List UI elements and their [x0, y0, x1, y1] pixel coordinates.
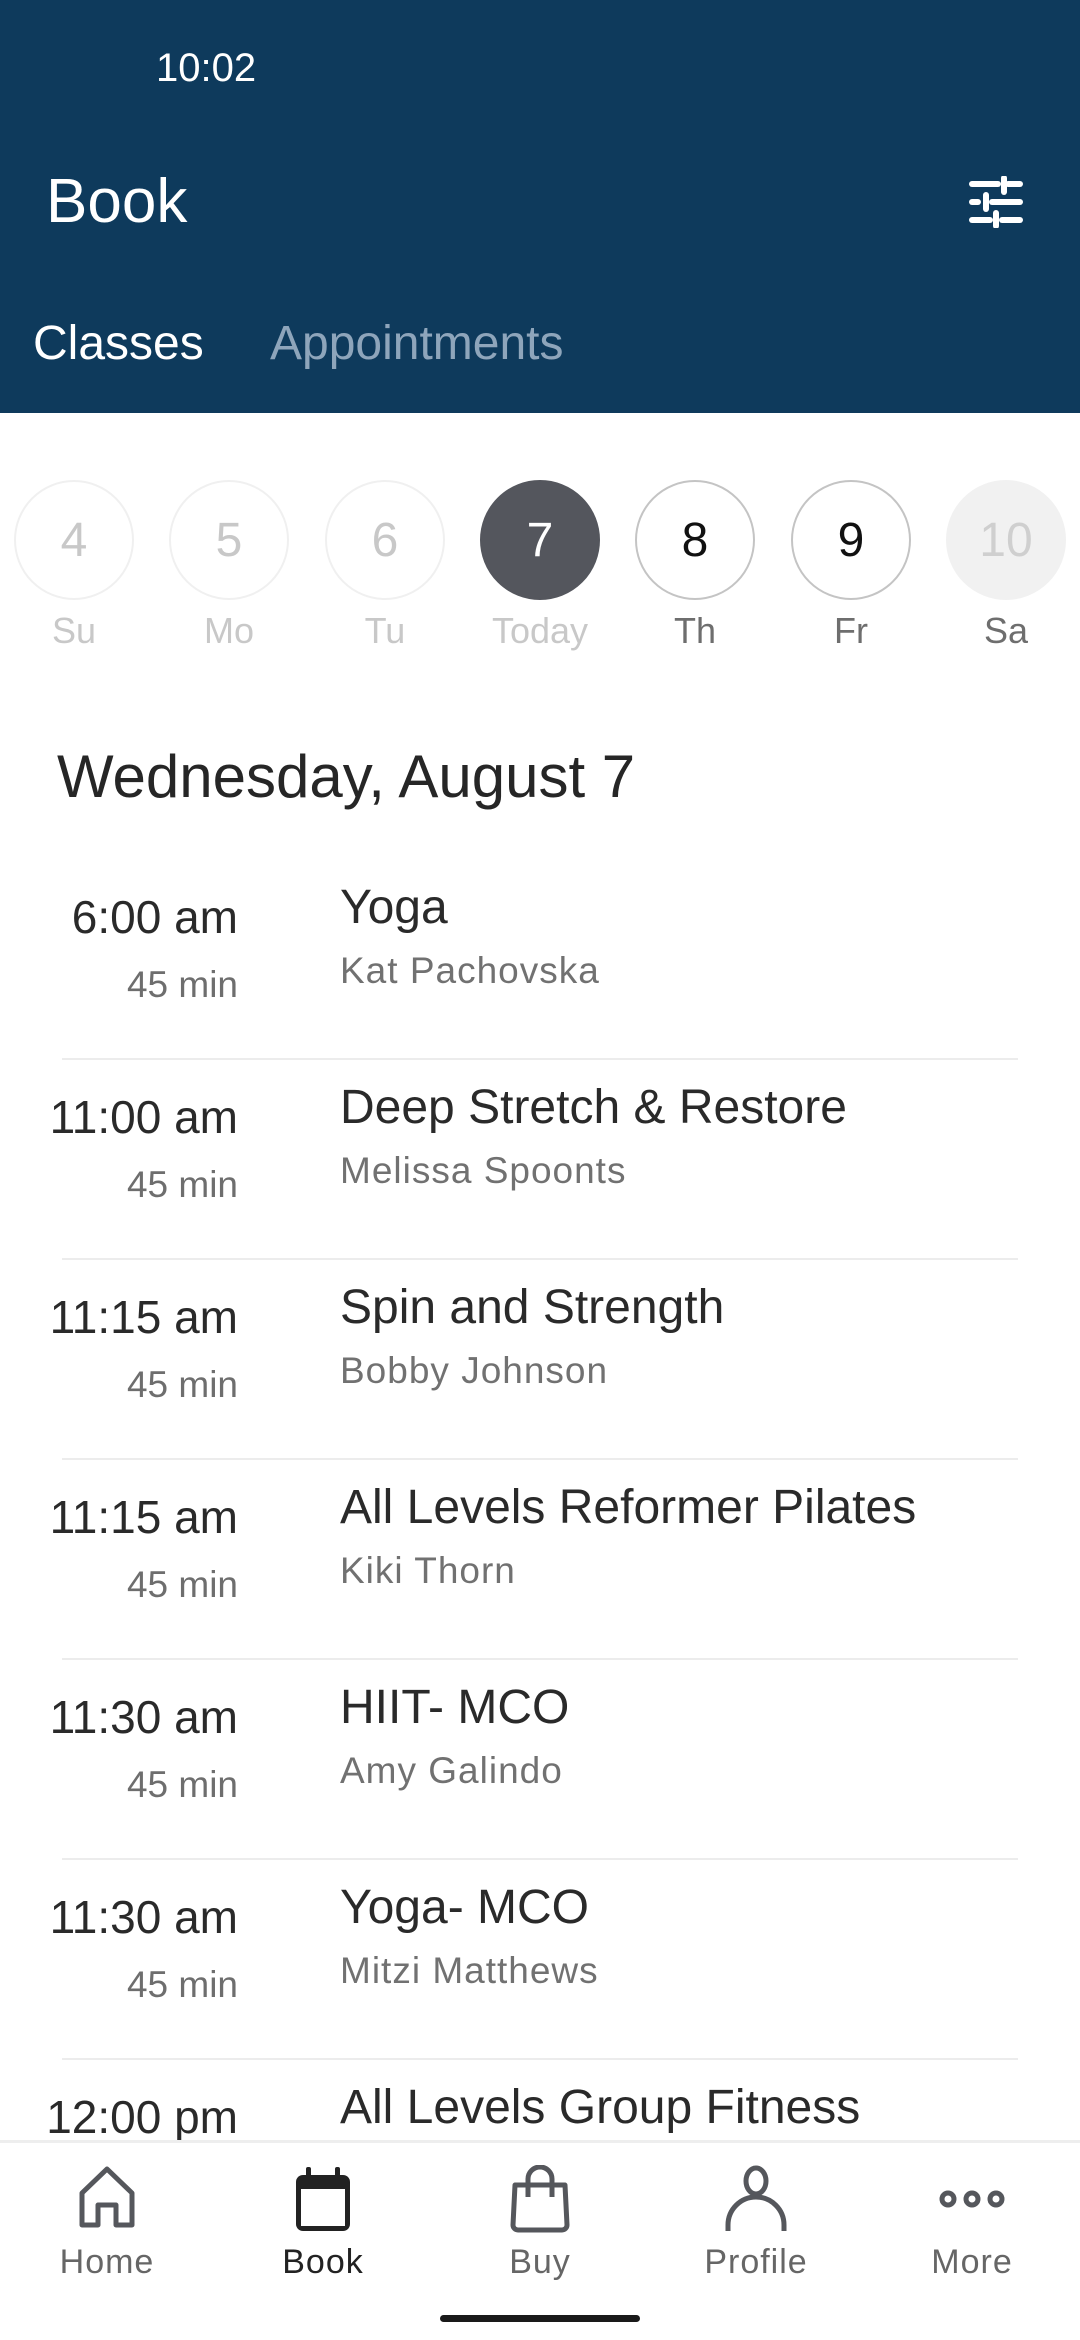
day-number: 8	[635, 480, 755, 600]
day-4[interactable]: 4 Su	[14, 480, 134, 652]
class-time: 11:30 am	[49, 1891, 238, 1943]
day-number: 5	[169, 480, 289, 600]
day-label: Today	[491, 610, 589, 651]
nav-label: Buy	[509, 2243, 571, 2281]
class-row[interactable]: 11:30 am 45 min Yoga- MCO Mitzi Matthews	[50, 1860, 1018, 2060]
class-list: 6:00 am 45 min Yoga Kat Pachovska 11:00 am 45…	[0, 860, 1080, 2260]
class-duration: 45 min	[126, 1764, 238, 1805]
person-icon	[725, 2165, 787, 2231]
day-label: Fr	[834, 610, 868, 651]
tab-appointments[interactable]: Appointments	[270, 316, 564, 371]
day-7-today[interactable]: 7 Today	[480, 480, 600, 652]
class-instructor: Kiki Thorn	[340, 1550, 516, 1591]
class-time: 11:15 am	[49, 1291, 238, 1343]
class-name: Deep Stretch & Restore	[340, 1081, 847, 1134]
date-picker: 4 Su 5 Mo 6 Tu 7 Today 8 Th 9 Fr 10 Sa	[0, 480, 1080, 660]
day-number: 10	[946, 480, 1066, 600]
class-time: 6:00 am	[71, 891, 238, 943]
bottom-nav: Home Book Buy Profile More	[0, 2140, 1080, 2340]
class-row[interactable]: 11:15 am 45 min All Levels Reformer Pilate…	[50, 1460, 1018, 1660]
shopping-bag-icon	[510, 2165, 570, 2233]
day-number: 7	[480, 480, 600, 600]
class-time: 11:00 am	[49, 1091, 238, 1143]
day-9[interactable]: 9 Fr	[791, 480, 911, 652]
app-header: 10:02 Book Classes Appointments	[0, 0, 1080, 413]
nav-label: More	[931, 2243, 1013, 2281]
day-number: 4	[14, 480, 134, 600]
class-instructor: Kat Pachovska	[340, 950, 600, 991]
sliders-icon[interactable]	[968, 176, 1024, 228]
class-row[interactable]: 11:15 am 45 min Spin and Strength Bobby Joh…	[50, 1260, 1018, 1460]
home-icon	[79, 2166, 135, 2228]
calendar-icon	[296, 2167, 350, 2231]
nav-label: Home	[59, 2243, 155, 2281]
day-number: 9	[791, 480, 911, 600]
class-row[interactable]: 11:30 am 45 min HIIT- MCO Amy Galindo	[50, 1660, 1018, 1860]
day-label: Sa	[983, 610, 1029, 651]
day-label: Su	[51, 610, 97, 651]
day-8[interactable]: 8 Th	[635, 480, 755, 652]
more-dots-icon	[939, 2190, 1005, 2208]
class-duration: 45 min	[126, 1364, 238, 1405]
date-heading: Wednesday, August 7	[57, 743, 636, 810]
day-5[interactable]: 5 Mo	[169, 480, 289, 652]
class-duration: 45 min	[126, 1564, 238, 1605]
nav-home[interactable]: Home	[17, 2165, 197, 2282]
class-duration: 45 min	[126, 1964, 238, 2005]
day-label: Th	[673, 610, 716, 651]
class-name: All Levels Reformer Pilates	[340, 1481, 917, 1534]
nav-label: Book	[282, 2243, 364, 2281]
day-number: 6	[325, 480, 445, 600]
home-indicator[interactable]	[440, 2315, 640, 2322]
class-row[interactable]: 11:00 am 45 min Deep Stretch & Restore Meli…	[50, 1060, 1018, 1260]
page-title: Book	[46, 167, 188, 236]
nav-more[interactable]: More	[882, 2165, 1062, 2282]
status-time: 10:02	[156, 46, 257, 90]
class-name: HIIT- MCO	[340, 1681, 570, 1734]
class-name: Yoga	[340, 881, 448, 934]
class-duration: 45 min	[126, 1164, 238, 1205]
day-label: Mo	[203, 610, 254, 651]
tab-classes[interactable]: Classes	[33, 316, 204, 371]
nav-book[interactable]: Book	[233, 2165, 413, 2282]
class-instructor: Melissa Spoonts	[340, 1150, 627, 1191]
class-instructor: Bobby Johnson	[340, 1350, 609, 1391]
nav-label: Profile	[704, 2243, 808, 2281]
day-label: Tu	[364, 610, 406, 651]
class-duration: 45 min	[126, 964, 238, 1005]
class-name: Spin and Strength	[340, 1281, 725, 1334]
class-time: 11:15 am	[49, 1491, 238, 1543]
day-10[interactable]: 10 Sa	[946, 480, 1066, 652]
nav-buy[interactable]: Buy	[450, 2165, 630, 2282]
day-6[interactable]: 6 Tu	[325, 480, 445, 652]
class-instructor: Amy Galindo	[340, 1750, 563, 1791]
class-name: All Levels Group Fitness	[340, 2081, 861, 2134]
class-name: Yoga- MCO	[340, 1881, 589, 1934]
class-row[interactable]: 6:00 am 45 min Yoga Kat Pachovska	[62, 860, 1018, 1060]
nav-profile[interactable]: Profile	[666, 2165, 846, 2282]
class-time: 11:30 am	[49, 1691, 238, 1743]
class-instructor: Mitzi Matthews	[340, 1950, 599, 1991]
class-time: 12:00 pm	[46, 2091, 238, 2143]
